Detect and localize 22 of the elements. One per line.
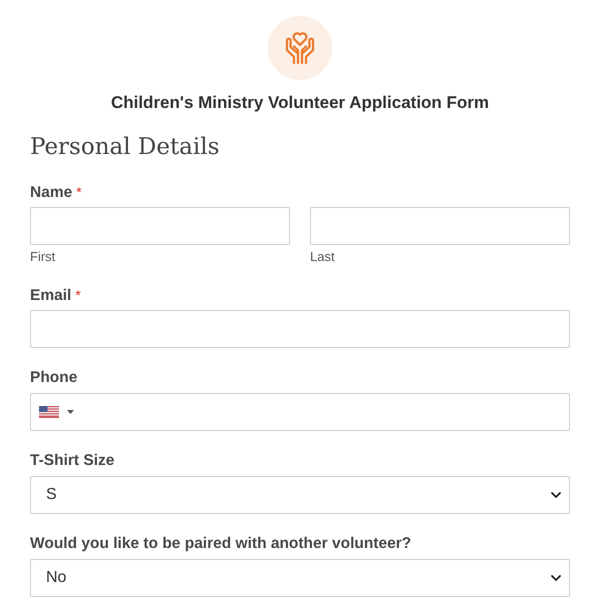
email-field[interactable] — [30, 310, 570, 348]
dropdown-select[interactable]: No — [30, 559, 570, 597]
field-label: Email — [30, 286, 72, 306]
form-title: Children's Ministry Volunteer Application Form — [110, 92, 490, 114]
caret-icon[interactable] — [67, 410, 74, 414]
section-heading: Personal Details — [30, 133, 220, 162]
chevron-down-icon — [551, 492, 561, 498]
sub-label: Last — [310, 249, 335, 265]
last-name-field[interactable] — [310, 207, 570, 245]
required-mark: * — [76, 183, 82, 202]
field-label: T-Shirt Size — [30, 451, 114, 471]
required-mark: * — [75, 286, 81, 305]
flag-icon[interactable] — [39, 406, 59, 418]
first-name-field[interactable] — [30, 207, 290, 245]
heart-hands-icon — [268, 16, 332, 80]
field-label: Phone — [30, 368, 78, 388]
field-label: Name — [30, 183, 72, 203]
sub-label: First — [30, 249, 56, 265]
dropdown-select[interactable]: S — [30, 476, 570, 514]
chevron-down-icon — [551, 575, 561, 581]
field-label: Would you like to be paired with another volunteer? — [30, 534, 412, 554]
phone-field[interactable] — [30, 393, 570, 431]
